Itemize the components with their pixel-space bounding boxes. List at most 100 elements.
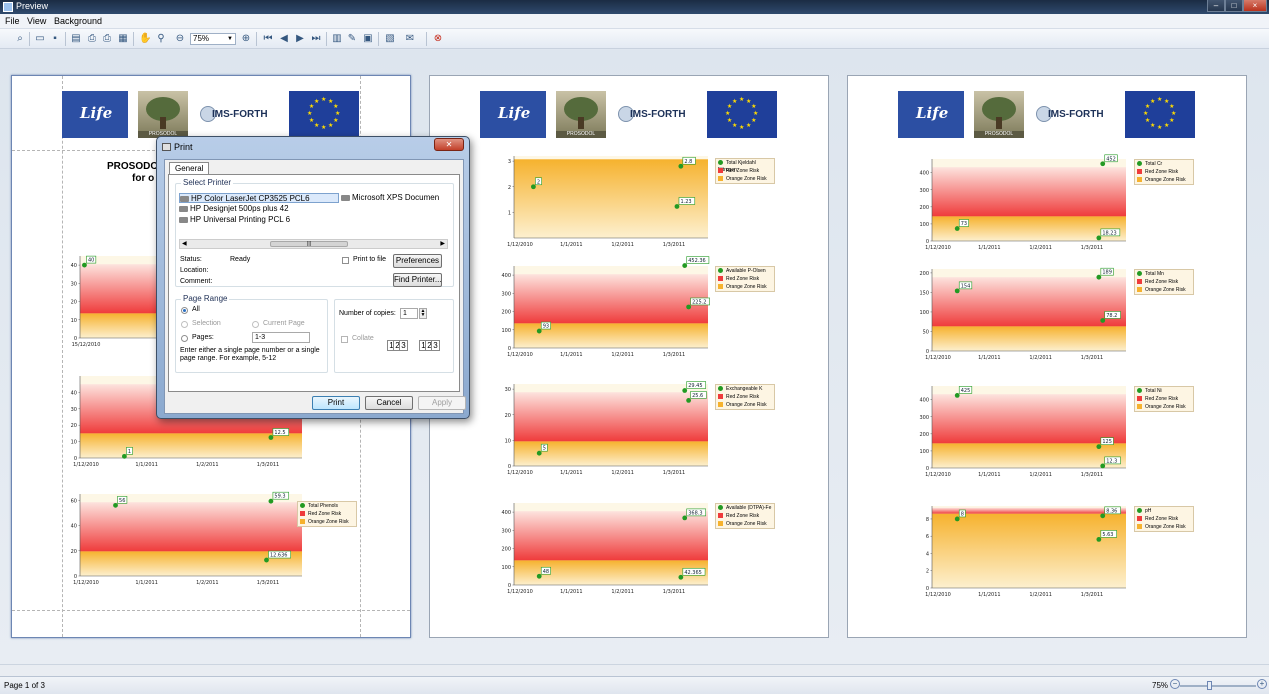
print-button[interactable]: Print (312, 396, 360, 410)
data-point[interactable] (954, 288, 960, 294)
data-point[interactable] (954, 516, 960, 522)
data-point[interactable] (122, 453, 127, 459)
data-point[interactable] (686, 398, 691, 403)
apply-button[interactable]: Apply (418, 396, 466, 410)
toolbar-separator (378, 32, 379, 46)
multipage-icon[interactable]: ▥ (331, 33, 343, 45)
all-radio[interactable] (181, 307, 188, 314)
legend-orange-zone: Orange Zone Risk (718, 402, 767, 409)
data-point[interactable] (82, 262, 87, 268)
zoom-out-icon[interactable]: − (1170, 679, 1180, 689)
printer-item[interactable]: HP Designjet 500ps plus 42 (179, 204, 289, 214)
menu-file[interactable]: File (5, 16, 20, 26)
export-doc-icon[interactable]: ▧ (384, 33, 396, 45)
data-point[interactable] (686, 304, 691, 310)
data-point[interactable] (113, 502, 118, 508)
data-point[interactable] (954, 226, 960, 231)
print-dialog[interactable]: Print ✕ General Select Printer HP Color … (156, 136, 470, 419)
zoom-slider-knob[interactable] (1207, 681, 1212, 690)
legend-red-zone: Red Zone Risk (718, 276, 759, 283)
data-point[interactable] (1096, 274, 1102, 280)
dialog-body: General Select Printer HP Color LaserJet… (164, 159, 466, 414)
close-button[interactable]: × (1243, 0, 1267, 12)
data-point[interactable] (954, 392, 960, 398)
hand-tool-icon[interactable]: ✋ (139, 33, 151, 45)
data-point[interactable] (1096, 235, 1102, 241)
open-folder-icon[interactable]: ▭ (34, 33, 46, 45)
printer-item[interactable]: Microsoft XPS Documen (341, 193, 439, 203)
zoom-combo[interactable]: 75% ▼ (190, 33, 236, 45)
save-icon[interactable]: ▪ (49, 33, 61, 45)
data-point[interactable] (1100, 513, 1106, 519)
minimize-button[interactable]: – (1207, 0, 1225, 12)
quick-print-icon[interactable]: ⎙ (101, 33, 113, 45)
data-point[interactable] (531, 184, 536, 190)
data-point[interactable] (682, 263, 688, 268)
dialog-close-button[interactable]: ✕ (434, 138, 464, 151)
page-setup-icon[interactable]: ▤ (70, 33, 82, 45)
menu-background[interactable]: Background (54, 16, 102, 26)
zoom-in-icon[interactable]: ⊕ (240, 33, 252, 45)
previous-page-icon[interactable]: ◀ (278, 33, 290, 45)
pages-input[interactable]: 1-3 (252, 332, 310, 343)
data-point[interactable] (264, 557, 269, 563)
chart-svg: 024681/12/2010 1/1/2011 1/2/2011 1/3/201188… (925, 506, 1126, 598)
zoom-slider[interactable] (1180, 681, 1256, 690)
data-point[interactable] (1100, 161, 1106, 167)
cancel-button[interactable]: Cancel (365, 396, 413, 410)
y-tick-label: 30 (505, 387, 511, 393)
printer-list[interactable]: HP Color LaserJet CP3525 PCL6 HP Designj… (179, 190, 448, 237)
preferences-button[interactable]: Preferences (393, 254, 442, 268)
data-point[interactable] (1100, 463, 1106, 469)
printer-item[interactable]: HP Universal Printing PCL 6 (179, 215, 290, 225)
collate-checkbox[interactable] (341, 336, 348, 343)
color-icon[interactable]: ✎ (346, 33, 358, 45)
binoculars-icon[interactable]: ⌕ (14, 33, 26, 45)
page-3[interactable]: Life PROSODOL IMS-FORTH ★ ★ ★ ★ ★ ★ ★ ★ ★ ★ ★ ★ 0 100 200… (847, 75, 1247, 638)
copies-input[interactable]: 1 (400, 308, 418, 319)
copies-spinner[interactable]: ▲ ▼ (419, 308, 427, 319)
print-to-file-checkbox[interactable] (342, 257, 349, 264)
email-icon[interactable]: ✉ (404, 33, 416, 45)
last-page-icon[interactable]: ⏭ (310, 33, 322, 45)
menu-view[interactable]: View (27, 16, 46, 26)
scroll-right-icon[interactable]: ▶ (440, 240, 445, 248)
data-point[interactable] (682, 388, 688, 393)
selection-radio[interactable] (181, 321, 188, 328)
print-icon[interactable]: ⎙ (86, 33, 98, 45)
page-2[interactable]: Life PROSODOL IMS-FORTH ★ ★ ★ ★ ★ ★ ★ ★ ★ ★ ★ ★ 1 2 3 1/12… (429, 75, 829, 638)
data-point[interactable] (536, 573, 542, 579)
data-point[interactable] (674, 204, 680, 209)
data-point[interactable] (268, 435, 274, 440)
printer-list-scrollbar[interactable]: ◀ ||| ▶ (179, 239, 448, 249)
data-point[interactable] (536, 450, 542, 456)
horizontal-scrollbar[interactable] (0, 664, 1269, 676)
watermark-icon[interactable]: ▣ (362, 33, 374, 45)
data-point[interactable] (682, 515, 688, 521)
scrollbar-thumb[interactable]: ||| (270, 241, 348, 247)
pages-radio[interactable] (181, 335, 188, 342)
magnifier-icon[interactable]: ⚲ (155, 33, 167, 45)
close-preview-icon[interactable]: ⊗ (432, 33, 444, 45)
data-point[interactable] (678, 574, 684, 580)
zoom-out-icon[interactable]: ⊖ (174, 33, 186, 45)
data-point[interactable] (536, 328, 542, 334)
maximize-button[interactable]: □ (1225, 0, 1243, 12)
data-point[interactable] (1100, 318, 1106, 323)
x-tick-label: 1/2/2011 (196, 462, 218, 468)
first-page-icon[interactable]: ⏮ (262, 33, 274, 45)
next-page-icon[interactable]: ▶ (294, 33, 306, 45)
data-point[interactable] (268, 498, 274, 504)
data-point[interactable] (678, 163, 684, 169)
eu-star-icon: ★ (1164, 123, 1170, 130)
printer-item[interactable]: HP Color LaserJet CP3525 PCL6 (179, 193, 339, 203)
export-icon[interactable]: ▦ (117, 33, 129, 45)
data-point[interactable] (1096, 537, 1102, 542)
current-page-radio[interactable] (252, 321, 259, 328)
scroll-left-icon[interactable]: ◀ (182, 240, 187, 248)
data-point[interactable] (1096, 444, 1102, 450)
find-printer-button[interactable]: Find Printer... (393, 273, 442, 287)
chart-legend: Total Phenols Red Zone Risk Orange Zone Ri… (297, 501, 357, 527)
report-subtitle: for o (132, 173, 155, 184)
zoom-in-icon[interactable]: + (1257, 679, 1267, 689)
